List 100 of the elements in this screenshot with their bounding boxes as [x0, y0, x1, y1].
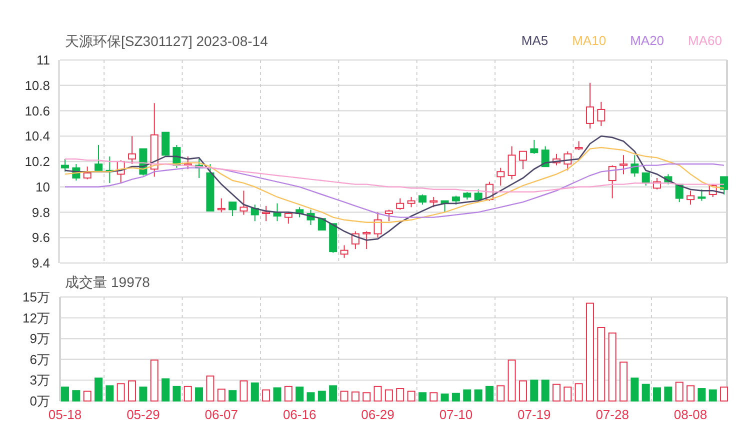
volume-bar — [496, 385, 505, 402]
volume-bar — [653, 387, 661, 402]
candlestick — [384, 209, 393, 222]
volume-bar — [630, 378, 639, 402]
volume-bar — [664, 386, 672, 402]
volume-bar — [94, 378, 102, 402]
volume-bar — [720, 386, 728, 402]
volume-bar — [273, 387, 282, 402]
candlestick — [116, 160, 125, 184]
volume-bar — [206, 376, 214, 402]
volume-bar — [128, 380, 136, 402]
legend-label[interactable]: MA20 — [630, 31, 664, 51]
candlestick — [630, 154, 639, 178]
volume-bar — [698, 388, 706, 402]
candlestick — [106, 156, 114, 184]
volume-bar — [83, 390, 92, 402]
date-label: 06-16 — [282, 407, 316, 422]
candlestick — [94, 144, 102, 171]
volume-bar — [440, 394, 449, 402]
date-label: 07-19 — [518, 407, 551, 422]
volume-bar — [184, 386, 192, 402]
volume-bar — [228, 390, 237, 402]
volume-bar — [642, 384, 650, 402]
candlestick — [440, 200, 449, 213]
volume-bar — [552, 384, 560, 402]
candlestick — [396, 198, 404, 210]
candlestick — [217, 198, 226, 213]
candlestick — [296, 206, 304, 218]
candlestick — [518, 150, 527, 170]
axis-label: 10.4 — [24, 128, 50, 144]
volume-bar — [374, 386, 382, 402]
date-label: 05-18 — [48, 407, 82, 422]
candlestick — [128, 136, 136, 165]
candlestick — [597, 101, 606, 126]
date-label: 08-08 — [674, 407, 708, 422]
volume-bar — [384, 389, 393, 402]
axis-label: 9万 — [30, 331, 50, 346]
candlestick — [620, 154, 628, 175]
volume-bar — [574, 383, 583, 402]
candlestick — [463, 191, 472, 200]
candlestick — [61, 158, 69, 172]
axis-label: 0万 — [30, 394, 50, 408]
candlestick — [720, 176, 728, 195]
axis-label: 9.8 — [32, 204, 50, 220]
volume-bar — [430, 392, 438, 402]
candlestick — [586, 82, 594, 129]
volume-bar — [351, 391, 360, 402]
volume-bar — [72, 390, 80, 402]
candlestick — [642, 172, 650, 186]
legend-label[interactable]: MA5 — [521, 31, 548, 51]
volume-bar — [362, 392, 371, 402]
candlestick — [564, 150, 572, 171]
volume-bar — [518, 380, 527, 402]
volume-bar — [61, 386, 69, 402]
candlestick — [407, 196, 416, 208]
candlestick — [474, 188, 482, 203]
volume-bar — [564, 386, 572, 402]
candlestick — [418, 194, 426, 206]
volume-bar — [172, 386, 181, 402]
candlestick — [195, 158, 204, 178]
candlestick — [329, 223, 338, 254]
date-label: 05-29 — [126, 407, 160, 422]
date-label: 06-29 — [361, 407, 394, 422]
candlestick — [184, 156, 192, 170]
volume-bar — [608, 332, 616, 402]
volume-bar — [139, 386, 148, 402]
date-label: 07-28 — [596, 407, 629, 422]
legend-label[interactable]: MA60 — [688, 31, 722, 51]
axis-label: 9.4 — [32, 256, 50, 270]
candlestick — [653, 178, 661, 190]
volume-bar — [162, 378, 170, 402]
axis-label: 9.6 — [32, 230, 50, 246]
candlestick — [318, 218, 326, 231]
candlestick — [250, 204, 259, 222]
chart-title: 天源环保[SZ301127] 2023-08-14 — [65, 32, 268, 51]
candlestick — [608, 164, 616, 199]
candlestick — [83, 166, 92, 180]
candlestick — [228, 202, 237, 217]
candlestick — [340, 244, 348, 258]
candlestick — [552, 153, 560, 166]
candlestick — [240, 190, 248, 216]
volume-bar — [530, 380, 538, 402]
candlestick — [496, 167, 505, 186]
candlestick — [508, 146, 516, 180]
candlestick — [273, 202, 282, 222]
volume-bar — [508, 360, 516, 402]
volume-bar — [708, 389, 717, 402]
candlestick — [698, 188, 706, 202]
volume-bar — [620, 362, 628, 402]
candlestick — [675, 184, 684, 203]
candlestick — [530, 139, 538, 154]
volume-bar — [418, 392, 426, 402]
volume-bar — [106, 385, 114, 402]
candlestick — [206, 164, 214, 212]
volume-bar — [318, 390, 326, 402]
volume-bar — [541, 380, 550, 402]
candlestick — [351, 230, 360, 250]
volume-bar — [396, 388, 404, 402]
candlestick — [452, 195, 460, 206]
legend-label[interactable]: MA10 — [572, 31, 606, 51]
